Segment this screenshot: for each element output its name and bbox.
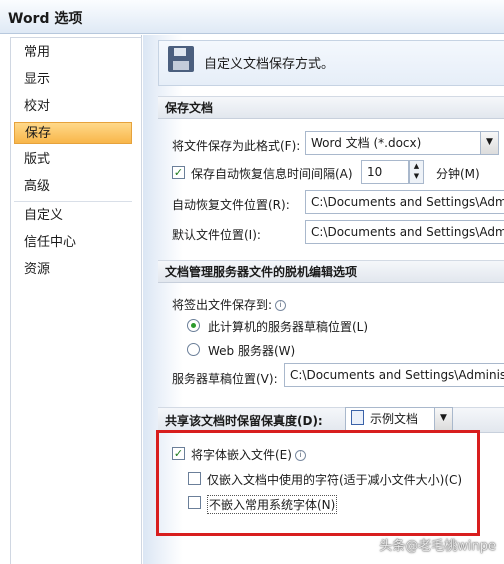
chevron-down-icon[interactable]: ▼	[480, 132, 498, 154]
red-highlight-box	[156, 430, 480, 536]
sidebar-item-layout[interactable]: 版式	[14, 149, 132, 171]
sidebar-divider	[14, 201, 132, 202]
floppy-disk-icon	[168, 46, 194, 72]
watermark-text: 头条@老毛桃winpe	[379, 539, 496, 554]
sidebar-item-proofing[interactable]: 校对	[14, 96, 132, 118]
minutes-label: 分钟(M)	[436, 167, 480, 181]
drafts-path-input[interactable]: C:\Documents and Settings\Administrator	[284, 363, 504, 387]
drafts-label: 服务器草稿位置(V):	[172, 372, 278, 386]
chevron-down-icon[interactable]: ▼	[434, 408, 452, 430]
section-save-documents: 保存文档	[158, 96, 504, 119]
sidebar-item-common[interactable]: 常用	[14, 42, 132, 64]
info-icon: i	[275, 300, 287, 311]
autorecover-label: 保存自动恢复信息时间间隔(A)	[191, 167, 353, 181]
interval-input[interactable]: 10	[361, 160, 409, 184]
format-label: 将文件保存为此格式(F):	[172, 139, 301, 153]
radio-web-server[interactable]	[187, 343, 200, 356]
sidebar-item-display[interactable]: 显示	[14, 69, 132, 91]
section-offline-editing: 文档管理服务器文件的脱机编辑选项	[158, 260, 504, 283]
sidebar-item-save[interactable]: 保存	[14, 122, 132, 144]
radio-web-label: Web 服务器(W)	[208, 344, 296, 358]
format-select[interactable]: Word 文档 (*.docx) ▼	[305, 131, 499, 155]
checkout-label-text: 将签出文件保存到:	[172, 298, 273, 312]
fidelity-label: 共享该文档时保留保真度(D):	[165, 414, 323, 428]
checkout-label: 将签出文件保存到: i	[172, 296, 287, 313]
radio-local-drafts[interactable]	[187, 319, 200, 332]
title-bar: Word 选项	[0, 0, 504, 34]
sidebar-item-resources[interactable]: 资源	[14, 259, 132, 281]
interval-spinner[interactable]: ▲ ▼	[409, 160, 424, 184]
radio-local-label: 此计算机的服务器草稿位置(L)	[208, 320, 369, 334]
fidelity-doc-value: 示例文档	[370, 412, 419, 426]
document-icon	[351, 410, 364, 425]
sidebar-item-customize[interactable]: 自定义	[14, 205, 132, 227]
autorecover-path-input[interactable]: C:\Documents and Settings\Administrator	[305, 190, 504, 214]
autorecover-path-label: 自动恢复文件位置(R):	[172, 198, 290, 212]
page-title: 自定义文档保存方式。	[204, 57, 335, 72]
default-path-input[interactable]: C:\Documents and Settings\Administrator	[305, 220, 504, 244]
window-title: Word 选项	[8, 11, 83, 27]
fidelity-doc-select[interactable]: 示例文档 ▼	[345, 407, 453, 431]
default-path-label: 默认文件位置(I):	[172, 228, 261, 242]
format-value: Word 文档 (*.docx)	[311, 136, 422, 150]
autorecover-checkbox[interactable]: ✓	[172, 166, 185, 179]
sidebar-item-advanced[interactable]: 高级	[14, 176, 132, 198]
sidebar-item-trust-center[interactable]: 信任中心	[14, 232, 132, 254]
